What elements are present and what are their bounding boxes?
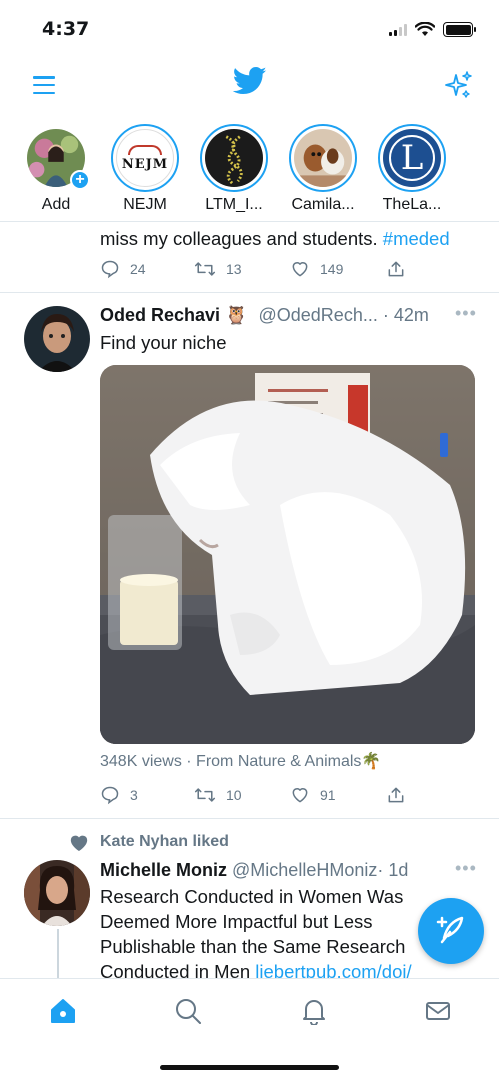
status-time: 4:37 <box>42 18 90 40</box>
retweet-count: 10 <box>226 787 242 803</box>
divider <box>0 292 499 293</box>
tweet-actions: 24 13 149 <box>100 259 406 279</box>
bottom-tab-bar <box>0 978 499 1080</box>
avatar <box>205 129 263 187</box>
author-name[interactable]: Oded Rechavi <box>100 305 220 325</box>
author-handle[interactable]: @OdedRech... <box>259 305 378 325</box>
avatar: L <box>383 129 441 187</box>
divider <box>0 818 499 819</box>
signal-icon <box>389 23 407 36</box>
like-count: 149 <box>320 261 344 277</box>
messages-icon[interactable] <box>424 997 452 1025</box>
social-context[interactable]: Kate Nyhan liked <box>100 833 229 851</box>
reply-icon <box>101 786 119 805</box>
palm-tree-emoji: 🌴 <box>361 753 382 770</box>
fleets-row: + Add NEJM NEJM LTM_I... Camila... L The… <box>0 118 499 222</box>
retweet-count: 13 <box>226 261 242 277</box>
reply-button[interactable]: 3 <box>100 785 194 805</box>
tweet-text: miss my colleagues and students. <box>100 228 378 249</box>
views-text: 348K views · From Nature & Animals <box>100 753 362 770</box>
like-icon <box>292 788 308 803</box>
fleet-add[interactable]: + Add <box>20 124 92 214</box>
home-indicator <box>160 1065 339 1070</box>
tweet-video[interactable] <box>100 365 475 744</box>
tweet-body: Research Conducted in Women Was Deemed M… <box>100 884 430 984</box>
more-options-icon[interactable]: ••• <box>455 858 477 879</box>
video-views[interactable]: 348K views · From Nature & Animals🌴 <box>100 751 381 771</box>
notifications-icon[interactable] <box>300 997 328 1025</box>
wifi-icon <box>415 22 435 36</box>
author-name[interactable]: Michelle Moniz <box>100 860 227 880</box>
tweet-header: Oded Rechavi 🦉 @OdedRech... · 42m <box>100 305 429 326</box>
like-button[interactable]: 91 <box>290 785 386 805</box>
avatar <box>294 129 352 187</box>
thread-line <box>57 929 59 978</box>
like-button[interactable]: 149 <box>290 259 386 279</box>
like-icon <box>292 262 308 277</box>
author-emoji: 🦉 <box>225 305 248 325</box>
avatar[interactable] <box>24 860 90 926</box>
more-options-icon[interactable]: ••• <box>455 303 477 324</box>
status-icons <box>389 22 476 37</box>
compose-button[interactable] <box>418 898 484 964</box>
sparkle-icon[interactable] <box>444 70 474 100</box>
avatar[interactable] <box>24 306 90 372</box>
fleet-label: Add <box>41 196 71 213</box>
reply-count: 3 <box>130 787 138 803</box>
battery-icon <box>443 22 476 37</box>
status-bar: 4:37 <box>0 0 499 58</box>
share-button[interactable] <box>386 785 406 805</box>
fleet-thela[interactable]: L TheLa... <box>376 124 448 214</box>
menu-icon[interactable] <box>33 74 55 96</box>
search-icon[interactable] <box>174 997 202 1025</box>
compose-icon <box>436 916 464 944</box>
tweet-time: · 1d <box>377 860 409 880</box>
hashtag-link[interactable]: #meded <box>383 228 450 249</box>
avatar: NEJM <box>116 129 174 187</box>
twitter-bird-icon[interactable] <box>233 66 267 96</box>
home-icon[interactable] <box>49 997 77 1025</box>
lancet-logo-text: L <box>389 135 435 181</box>
reply-count: 24 <box>130 261 146 277</box>
retweet-icon <box>194 788 216 802</box>
author-handle[interactable]: @MichelleHMoniz <box>232 860 377 880</box>
retweet-icon <box>194 262 216 276</box>
tweet-text-line: Research Conducted in Women Was <box>100 886 404 907</box>
reply-icon <box>101 260 119 279</box>
tweet-text: Find your niche <box>100 332 227 353</box>
liked-heart-icon <box>70 835 88 852</box>
fleet-camila[interactable]: Camila... <box>287 124 359 214</box>
like-count: 91 <box>320 787 336 803</box>
cut-off-text <box>100 212 490 224</box>
top-nav <box>0 58 499 113</box>
tweet-body: miss my colleagues and students. #meded <box>100 226 450 251</box>
nejm-logo-text: NEJM <box>121 156 169 172</box>
tweet-header: Michelle Moniz @MichelleHMoniz· 1d <box>100 860 408 881</box>
tweet-text-line: Deemed More Impactful but Less <box>100 911 373 932</box>
retweet-button[interactable]: 13 <box>194 259 290 279</box>
fleet-nejm[interactable]: NEJM NEJM <box>109 124 181 214</box>
add-fleet-icon[interactable]: + <box>70 170 90 190</box>
tweet-text-line: Publishable than the Same Research <box>100 936 406 957</box>
retweet-button[interactable]: 10 <box>194 785 290 805</box>
share-icon <box>388 787 404 803</box>
share-button[interactable] <box>386 259 406 279</box>
fleet-ltm[interactable]: LTM_I... <box>198 124 270 214</box>
tweet-actions: 3 10 91 <box>100 785 406 805</box>
tweet-time: · 42m <box>382 305 429 325</box>
share-icon <box>388 261 404 277</box>
reply-button[interactable]: 24 <box>100 259 194 279</box>
